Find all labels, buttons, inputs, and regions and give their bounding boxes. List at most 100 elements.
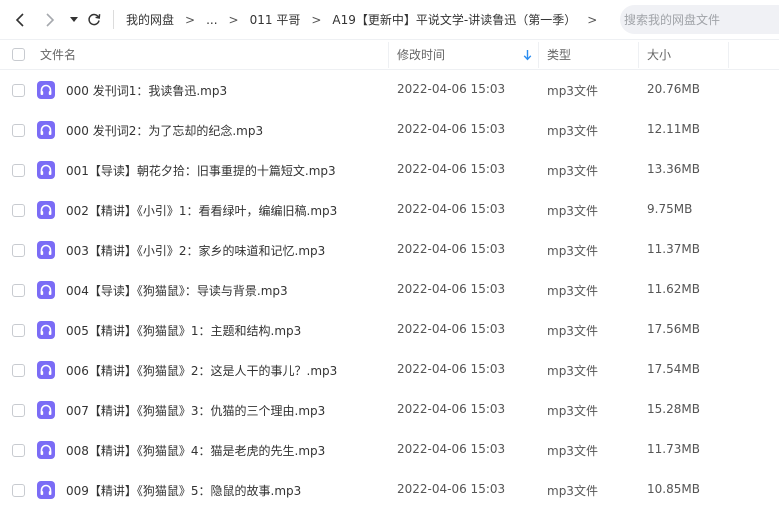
- file-modified: 2022-04-06 15:03: [397, 442, 506, 456]
- file-name[interactable]: 006【精讲】《狗猫鼠》2：这是人干的事儿？.mp3: [66, 362, 337, 379]
- file-type: mp3文件: [547, 164, 598, 178]
- audio-file-icon: [37, 481, 55, 499]
- breadcrumb-separator: >: [185, 12, 196, 27]
- column-header-type[interactable]: 类型: [547, 40, 571, 69]
- file-row[interactable]: 000 发刊词2：为了忘却的纪念.mp3 2022-04-06 15:03 mp…: [0, 110, 779, 150]
- search-box: [620, 5, 779, 34]
- file-type: mp3文件: [547, 244, 598, 258]
- chevron-left-icon: [15, 13, 24, 27]
- forward-button[interactable]: [42, 9, 58, 31]
- row-checkbox[interactable]: [12, 84, 25, 97]
- audio-file-icon: [37, 201, 55, 219]
- file-type: mp3文件: [547, 204, 598, 218]
- file-modified: 2022-04-06 15:03: [397, 82, 506, 96]
- file-row[interactable]: 001【导读】朝花夕拾：旧事重提的十篇短文.mp3 2022-04-06 15:…: [0, 150, 779, 190]
- file-list-header: 文件名 修改时间 类型 大小: [0, 39, 779, 70]
- history-dropdown-button[interactable]: [69, 9, 79, 31]
- file-type: mp3文件: [547, 404, 598, 418]
- search-input[interactable]: [624, 12, 774, 27]
- file-size: 11.62MB: [647, 282, 700, 296]
- breadcrumb-item-root[interactable]: 我的网盘: [126, 11, 174, 28]
- column-divider[interactable]: [638, 42, 639, 68]
- file-row[interactable]: 003【精讲】《小引》2：家乡的味道和记忆.mp3 2022-04-06 15:…: [0, 230, 779, 270]
- row-checkbox[interactable]: [12, 444, 25, 457]
- file-modified: 2022-04-06 15:03: [397, 402, 506, 416]
- back-button[interactable]: [12, 9, 28, 31]
- audio-file-icon: [37, 401, 55, 419]
- row-checkbox[interactable]: [12, 484, 25, 497]
- chevron-right-icon: [46, 13, 55, 27]
- file-name[interactable]: 007【精讲】《狗猫鼠》3：仇猫的三个理由.mp3: [66, 402, 325, 419]
- file-type: mp3文件: [547, 484, 598, 498]
- breadcrumb-separator: >: [228, 12, 239, 27]
- file-type: mp3文件: [547, 444, 598, 458]
- file-row[interactable]: 000 发刊词1：我读鲁迅.mp3 2022-04-06 15:03 mp3文件…: [0, 70, 779, 110]
- file-type: mp3文件: [547, 284, 598, 298]
- file-type: mp3文件: [547, 324, 598, 338]
- row-checkbox[interactable]: [12, 244, 25, 257]
- file-row[interactable]: 007【精讲】《狗猫鼠》3：仇猫的三个理由.mp3 2022-04-06 15:…: [0, 390, 779, 430]
- file-modified: 2022-04-06 15:03: [397, 362, 506, 376]
- file-name[interactable]: 004【导读】《狗猫鼠》：导读与背景.mp3: [66, 282, 288, 299]
- column-divider[interactable]: [728, 42, 729, 68]
- audio-file-icon: [37, 241, 55, 259]
- row-checkbox[interactable]: [12, 124, 25, 137]
- file-size: 17.54MB: [647, 362, 700, 376]
- audio-file-icon: [37, 441, 55, 459]
- row-checkbox[interactable]: [12, 204, 25, 217]
- audio-file-icon: [37, 321, 55, 339]
- breadcrumb-item-current[interactable]: A19【更新中】平说文学-讲读鲁迅（第一季）: [332, 11, 576, 28]
- toolbar: 我的网盘 > ... > 011 平哥 > A19【更新中】平说文学-讲读鲁迅（…: [0, 0, 779, 39]
- file-row[interactable]: 005【精讲】《狗猫鼠》1：主题和结构.mp3 2022-04-06 15:03…: [0, 310, 779, 350]
- file-modified: 2022-04-06 15:03: [397, 122, 506, 136]
- file-size: 20.76MB: [647, 82, 700, 96]
- audio-file-icon: [37, 81, 55, 99]
- row-checkbox[interactable]: [12, 324, 25, 337]
- select-all-checkbox[interactable]: [12, 48, 25, 61]
- file-size: 13.36MB: [647, 162, 700, 176]
- column-header-name[interactable]: 文件名: [40, 40, 76, 69]
- file-row[interactable]: 009【精讲】《狗猫鼠》5：隐鼠的故事.mp3 2022-04-06 15:03…: [0, 470, 779, 510]
- file-modified: 2022-04-06 15:03: [397, 322, 506, 336]
- row-checkbox[interactable]: [12, 284, 25, 297]
- file-type: mp3文件: [547, 364, 598, 378]
- file-size: 15.28MB: [647, 402, 700, 416]
- file-name[interactable]: 002【精讲】《小引》1：看看绿叶，编编旧稿.mp3: [66, 202, 337, 219]
- file-name[interactable]: 005【精讲】《狗猫鼠》1：主题和结构.mp3: [66, 322, 301, 339]
- column-header-modified[interactable]: 修改时间: [397, 40, 445, 69]
- file-name[interactable]: 009【精讲】《狗猫鼠》5：隐鼠的故事.mp3: [66, 482, 301, 499]
- refresh-button[interactable]: [86, 9, 102, 31]
- caret-down-icon: [70, 17, 78, 22]
- column-divider[interactable]: [388, 42, 389, 68]
- file-name[interactable]: 000 发刊词1：我读鲁迅.mp3: [66, 82, 227, 99]
- file-size: 10.85MB: [647, 482, 700, 496]
- file-name[interactable]: 003【精讲】《小引》2：家乡的味道和记忆.mp3: [66, 242, 325, 259]
- file-size: 12.11MB: [647, 122, 700, 136]
- sort-descending-icon: [523, 50, 532, 61]
- audio-file-icon: [37, 361, 55, 379]
- file-name[interactable]: 000 发刊词2：为了忘却的纪念.mp3: [66, 122, 263, 139]
- file-row[interactable]: 004【导读】《狗猫鼠》：导读与背景.mp3 2022-04-06 15:03 …: [0, 270, 779, 310]
- row-checkbox[interactable]: [12, 404, 25, 417]
- file-modified: 2022-04-06 15:03: [397, 202, 506, 216]
- file-size: 9.75MB: [647, 202, 693, 216]
- file-size: 11.73MB: [647, 442, 700, 456]
- file-size: 17.56MB: [647, 322, 700, 336]
- file-row[interactable]: 006【精讲】《狗猫鼠》2：这是人干的事儿？.mp3 2022-04-06 15…: [0, 350, 779, 390]
- file-row[interactable]: 008【精讲】《狗猫鼠》4：猫是老虎的先生.mp3 2022-04-06 15:…: [0, 430, 779, 470]
- file-type: mp3文件: [547, 124, 598, 138]
- file-row[interactable]: 002【精讲】《小引》1：看看绿叶，编编旧稿.mp3 2022-04-06 15…: [0, 190, 779, 230]
- file-type: mp3文件: [547, 84, 598, 98]
- column-divider[interactable]: [538, 42, 539, 68]
- file-name[interactable]: 001【导读】朝花夕拾：旧事重提的十篇短文.mp3: [66, 162, 336, 179]
- file-name[interactable]: 008【精讲】《狗猫鼠》4：猫是老虎的先生.mp3: [66, 442, 325, 459]
- breadcrumb-item-ellipsis[interactable]: ...: [206, 13, 217, 27]
- column-header-size[interactable]: 大小: [647, 40, 671, 69]
- refresh-icon: [88, 13, 101, 26]
- row-checkbox[interactable]: [12, 164, 25, 177]
- breadcrumb-separator: >: [311, 12, 322, 27]
- file-modified: 2022-04-06 15:03: [397, 282, 506, 296]
- breadcrumb-item-folder[interactable]: 011 平哥: [250, 11, 301, 28]
- audio-file-icon: [37, 161, 55, 179]
- row-checkbox[interactable]: [12, 364, 25, 377]
